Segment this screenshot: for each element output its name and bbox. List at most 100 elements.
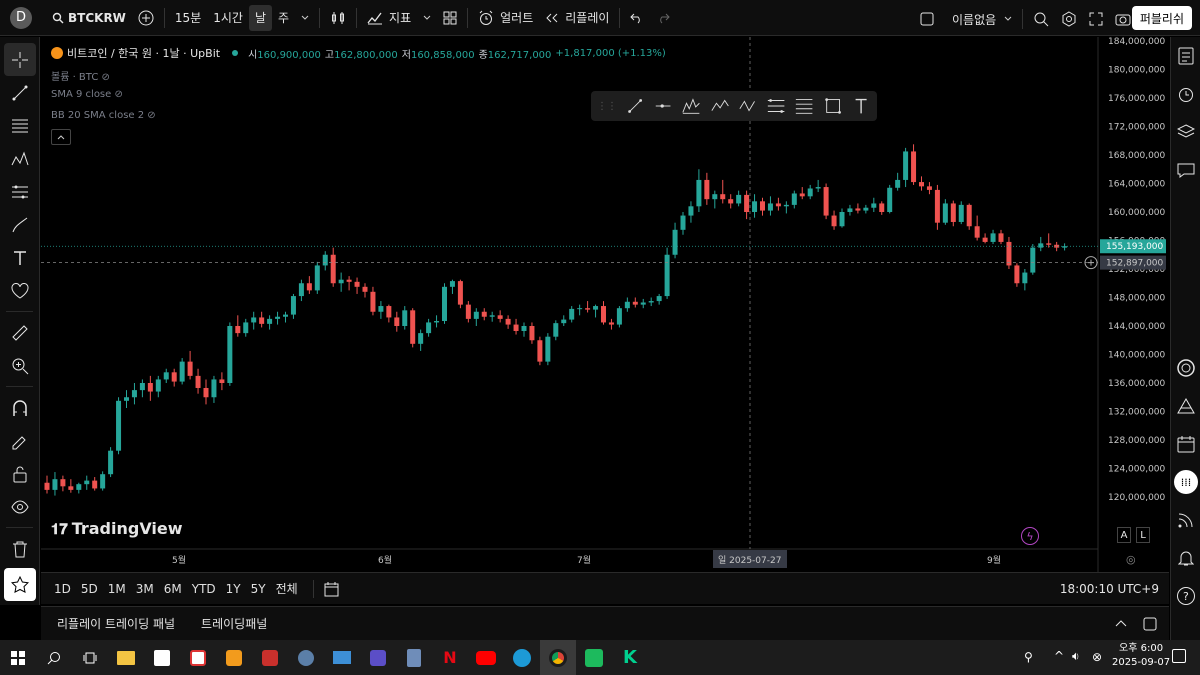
- indicators-dropdown[interactable]: [417, 5, 437, 31]
- publish-button[interactable]: 퍼블리쉬: [1131, 6, 1192, 30]
- edge-app[interactable]: [504, 640, 540, 675]
- stay-drawing-tool[interactable]: [0, 424, 40, 457]
- indicator-sma[interactable]: SMA 9 close ⊘: [51, 89, 123, 100]
- auto-scale-button[interactable]: A: [1117, 527, 1131, 543]
- network-icon[interactable]: ⊗: [1092, 650, 1102, 664]
- fib-tool[interactable]: [0, 109, 40, 142]
- magnet-tool[interactable]: [0, 391, 40, 424]
- undo-button[interactable]: [624, 5, 650, 31]
- lock-drawings-tool[interactable]: [0, 457, 40, 490]
- chevron-up-icon[interactable]: [1115, 619, 1127, 627]
- text-tool[interactable]: [0, 241, 40, 274]
- parallel-channel-icon[interactable]: [766, 95, 786, 117]
- start-button[interactable]: [0, 640, 36, 675]
- trendline-icon[interactable]: [625, 95, 645, 117]
- range-3m[interactable]: 3M: [131, 582, 159, 596]
- templates-button[interactable]: [437, 5, 463, 31]
- tray-chevron-icon[interactable]: ^: [1054, 649, 1064, 663]
- clock-timezone[interactable]: 18:00:10 UTC+9: [1060, 582, 1159, 596]
- interval-15m[interactable]: 15분: [169, 5, 207, 31]
- pattern-tool[interactable]: [0, 142, 40, 175]
- indicator-volume[interactable]: 볼륨 · BTC ⊘: [51, 68, 110, 83]
- go-to-date-icon[interactable]: [324, 581, 340, 597]
- icon-tool[interactable]: [0, 274, 40, 307]
- tab-trading-panel[interactable]: 트레이딩패널: [201, 615, 267, 632]
- user-avatar[interactable]: D: [10, 6, 32, 29]
- action-center-icon[interactable]: [1172, 649, 1186, 663]
- redo-button[interactable]: [650, 5, 676, 31]
- range-1d[interactable]: 1D: [49, 582, 76, 596]
- horizontal-ray-icon[interactable]: [653, 95, 673, 117]
- task-view-button[interactable]: [72, 640, 108, 675]
- favorites-tool[interactable]: [4, 568, 36, 601]
- crosshair-tool[interactable]: [4, 43, 36, 76]
- drag-handle-icon[interactable]: ⋮⋮: [597, 101, 617, 112]
- axis-settings-icon[interactable]: ◎: [1126, 553, 1136, 566]
- interval-1w[interactable]: 주: [272, 5, 295, 31]
- alerts-panel-button[interactable]: [1171, 75, 1200, 113]
- youtube-app[interactable]: [468, 640, 504, 675]
- eye-off-icon[interactable]: ⊘: [102, 72, 110, 83]
- eye-off-icon[interactable]: ⊘: [147, 110, 155, 121]
- hide-drawings-tool[interactable]: [0, 490, 40, 523]
- prediction-tool[interactable]: [0, 175, 40, 208]
- search-button[interactable]: [36, 640, 72, 675]
- apps-button[interactable]: ⁞⁞⁞: [1171, 463, 1200, 501]
- measure-tool[interactable]: [0, 316, 40, 349]
- system-clock[interactable]: 오후 6:00 2025-09-07: [1112, 642, 1170, 670]
- alerts-button[interactable]: 얼러트: [472, 5, 539, 31]
- rectangle-icon[interactable]: [823, 95, 843, 117]
- store-app[interactable]: [144, 640, 180, 675]
- settings-button[interactable]: [1055, 6, 1083, 32]
- text-icon[interactable]: [851, 95, 871, 117]
- chart-area[interactable]: 184,000,000 180,000,000 176,000,000 172,000…: [41, 37, 1169, 572]
- tab-replay-trading-panel[interactable]: 리플레이 트레이딩 패널: [57, 615, 175, 632]
- eye-off-icon[interactable]: ⊘: [114, 89, 122, 100]
- interval-1d[interactable]: 날: [248, 4, 272, 31]
- pattern-icon[interactable]: [681, 95, 701, 117]
- remove-drawings-tool[interactable]: [0, 532, 40, 565]
- app-red-v[interactable]: [252, 640, 288, 675]
- ideas-button[interactable]: [1171, 387, 1200, 425]
- file-explorer-app[interactable]: [108, 640, 144, 675]
- notifications-button[interactable]: [1171, 539, 1200, 577]
- help-button[interactable]: ?: [1171, 577, 1200, 615]
- people-icon[interactable]: ⚲: [1024, 650, 1033, 664]
- layout-name-button[interactable]: 이름없음: [946, 6, 1018, 32]
- range-1y[interactable]: 1Y: [221, 582, 246, 596]
- app-teal-k[interactable]: K: [612, 640, 648, 675]
- fib-retracement-icon[interactable]: [794, 95, 814, 117]
- app-green-m[interactable]: [576, 640, 612, 675]
- chart-type-button[interactable]: [324, 5, 352, 31]
- range-ytd[interactable]: YTD: [187, 582, 221, 596]
- replay-button[interactable]: 리플레이: [539, 5, 615, 31]
- interval-1h[interactable]: 1시간: [207, 5, 249, 31]
- netflix-app[interactable]: N: [432, 640, 468, 675]
- calculator-app[interactable]: [396, 640, 432, 675]
- abc-wave-icon[interactable]: [738, 95, 758, 117]
- range-all[interactable]: 전체: [271, 580, 303, 597]
- app-globe[interactable]: [288, 640, 324, 675]
- collapse-legend-button[interactable]: [51, 129, 71, 145]
- symbol-search-button[interactable]: BTCKRW: [46, 5, 132, 31]
- trendline-tool[interactable]: [0, 76, 40, 109]
- log-scale-button[interactable]: L: [1136, 527, 1150, 543]
- mail-app[interactable]: [324, 640, 360, 675]
- zoom-tool[interactable]: [0, 349, 40, 382]
- fullscreen-button[interactable]: [1083, 6, 1109, 32]
- quick-search-button[interactable]: [1027, 6, 1055, 32]
- volume-icon[interactable]: 🔉︎: [1072, 649, 1080, 664]
- stream-button[interactable]: [1171, 501, 1200, 539]
- range-1m[interactable]: 1M: [103, 582, 131, 596]
- lightning-icon[interactable]: ϟ: [1021, 527, 1039, 545]
- watchlist-button[interactable]: [1171, 37, 1200, 75]
- indicator-bb[interactable]: BB 20 SMA close 2 ⊘: [51, 110, 156, 121]
- calendar-button[interactable]: [1171, 425, 1200, 463]
- chrome-app[interactable]: [540, 640, 576, 675]
- target-button[interactable]: [1171, 349, 1200, 387]
- chat-button[interactable]: [1171, 151, 1200, 189]
- layers-button[interactable]: [1171, 113, 1200, 151]
- elliott-wave-icon[interactable]: [710, 95, 730, 117]
- app-purple[interactable]: [360, 640, 396, 675]
- indicators-button[interactable]: 지표: [361, 5, 417, 31]
